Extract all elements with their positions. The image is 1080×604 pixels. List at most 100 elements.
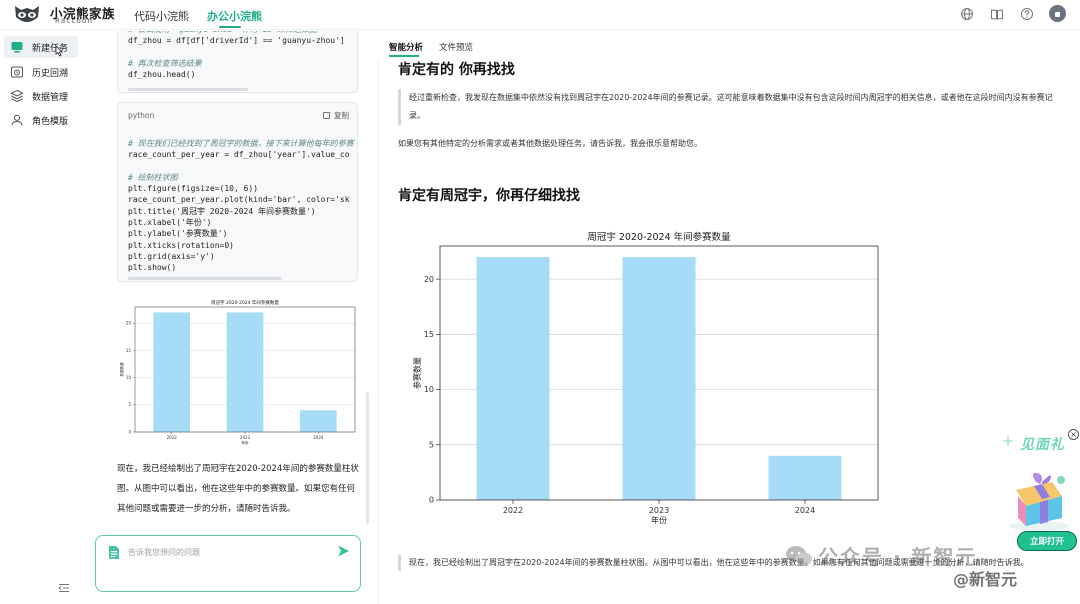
x-tick-label: 2024 [795,506,815,515]
user-icon [11,114,23,126]
new-task-icon [11,42,23,53]
sidebar-item-label: 角色模版 [32,117,69,127]
raccoon-logo-icon [15,6,39,22]
y-axis-label: 参赛数量 [119,362,124,377]
tab-office-raccoon[interactable]: 办公小浣熊 [207,8,262,24]
code-content: # 现在我们已经找到了周冠宇的数据，接下来计算他每年的参赛 race_count_… [128,138,354,274]
bar [300,410,337,432]
assistant-paragraph: 如果您有其他特定的分析需求或者其他数据处理任务，请告诉我，我会很乐意帮助您。 [398,139,702,148]
assistant-message: 现在，我已经绘制出了周冠宇在2020-2024年间的参赛数量柱状图。从图中可以看… [117,464,359,514]
user-avatar[interactable] [1049,5,1066,22]
code-scrollbar[interactable] [128,277,282,280]
sidebar-item-label: 历史回溯 [32,69,69,79]
sidebar-item-data-management[interactable]: 数据管理 [4,85,78,107]
bar [476,257,550,500]
y-tick-label: 20 [126,321,132,326]
code-block: # 尝试使用 'guanyu-zhou' 作为 ID 来筛选数据df_zhou … [117,31,358,93]
code-block-python: python 复制 # 现在我们已经找到了周冠宇的数据，接下来计算他每年的参赛 r… [117,102,358,282]
x-tick-label: 2023 [240,435,251,440]
code-line: race_count_per_year.plot(kind='bar', col… [128,195,350,205]
assistant-quote: 经过重新检查，我发现在数据集中依然没有找到周冠宇在2020-2024年间的参赛记… [398,89,1058,125]
sparkle-icon [1001,434,1015,448]
x-tick-label: 2024 [313,435,324,440]
y-tick-label: 15 [126,348,132,353]
code-comment-line: # 再次检查筛选结果 [128,58,202,68]
help-icon[interactable] [1020,7,1034,21]
globe-icon[interactable] [960,7,974,21]
bar [226,312,264,432]
gift-box-icon[interactable] [1004,460,1074,532]
analysis-panel: 智能分析 文件预览 肯定有的 你再找找 经过重新检查，我发现在数据集中依然没有找… [378,31,1080,604]
code-line: plt.figure(figsize=(10, 6)) [128,184,259,194]
bar [768,455,842,500]
code-content: # 尝试使用 'guanyu-zhou' 作为 ID 来筛选数据df_zhou … [128,31,345,80]
y-tick-label: 5 [128,402,131,407]
copy-label: 复制 [334,111,349,120]
copy-button[interactable]: 复制 [323,110,349,121]
y-tick-label: 0 [128,429,131,434]
y-tick-label: 5 [429,440,434,449]
chat-scrollbar[interactable] [366,392,369,524]
send-icon[interactable] [336,544,350,558]
tab-file-preview[interactable]: 文件预览 [439,41,473,53]
sidebar: 新建任务 历史回溯 数据管理 角色模版 [0,31,82,604]
collapse-sidebar-icon[interactable] [58,583,70,593]
code-line: plt.title('周冠宇 2020-2024 年间参赛数量') [128,206,316,216]
bar [622,257,696,500]
active-tab-indicator [219,26,241,28]
sidebar-item-history[interactable]: 历史回溯 [4,61,78,83]
history-icon [11,66,23,78]
mini-bar-chart: 周冠宇 2020-2024 年间参赛数量 0 5 10 15 20 2022 2023 2024… [119,299,356,445]
y-tick-label: 10 [424,385,434,394]
active-tab-indicator [389,55,419,57]
brand-subtitle: Raccoon [55,17,94,25]
sidebar-item-role-templates[interactable]: 角色模版 [4,109,78,131]
code-line: df_zhou = df[df['driverId'] == 'guanyu-z… [128,36,345,46]
code-line: plt.show() [128,263,177,273]
promo-close-button[interactable]: × [1068,429,1079,440]
book-icon[interactable] [990,7,1004,21]
sidebar-item-label: 数据管理 [32,93,69,103]
promo-title: 见面礼 [1020,437,1065,453]
user-question-heading: 肯定有的 你再找找 [398,62,515,78]
y-tick-label: 0 [429,496,434,505]
chart-title: 周冠宇 2020-2024 年间参赛数量 [587,231,731,243]
file-icon[interactable] [108,545,120,560]
x-tick-label: 2022 [503,506,523,515]
tab-smart-analysis[interactable]: 智能分析 [389,41,423,53]
top-bar: 小浣熊家族 Raccoon 代码小浣熊 办公小浣熊 [0,0,1080,30]
code-line: plt.xticks(rotation=0) [128,240,234,250]
y-axis-label: 参赛数量 [412,357,422,389]
chat-input[interactable] [128,545,328,559]
code-line: plt.grid(axis='y') [128,251,215,261]
code-comment-line: # 绘制柱状图 [128,172,178,182]
x-tick-label: 2022 [167,435,178,440]
tab-code-raccoon[interactable]: 代码小浣熊 [134,8,189,24]
chat-input-box [95,535,361,592]
x-axis-label: 年份 [651,515,667,525]
database-icon [10,89,24,103]
user-question-heading: 肯定有周冠宇，你再仔细找找 [398,188,580,204]
code-scrollbar[interactable] [128,88,248,91]
code-line: df_zhou.head() [128,70,196,80]
code-comment-line: # 现在我们已经找到了周冠宇的数据，接下来计算他每年的参赛 [128,139,354,148]
y-tick-label: 10 [126,375,132,380]
watermark-handle: @新智元 [953,570,1018,589]
code-line: plt.ylabel('参赛数量') [128,229,228,239]
wechat-icon [786,546,812,566]
y-tick-label: 15 [424,330,434,339]
chart-title: 周冠宇 2020-2024 年间参赛数量 [211,299,279,306]
mouse-cursor-icon [55,45,63,57]
code-line: race_count_per_year = df_zhou['year'].va… [128,150,350,160]
code-language-label: python [128,111,155,120]
y-tick-label: 20 [424,275,434,284]
x-tick-label: 2023 [649,506,669,515]
bar-chart: 周冠宇 2020-2024 年间参赛数量 0 5 10 15 20 2022 2023 2024… [412,231,879,525]
copy-icon [323,112,330,119]
chat-column: # 尝试使用 'guanyu-zhou' 作为 ID 来筛选数据df_zhou … [95,31,375,604]
sidebar-item-new-task[interactable]: 新建任务 [4,36,78,58]
panel-divider [378,59,379,604]
x-axis-label: 年份 [241,440,249,445]
promo-open-button[interactable]: 立即打开 [1017,531,1077,551]
